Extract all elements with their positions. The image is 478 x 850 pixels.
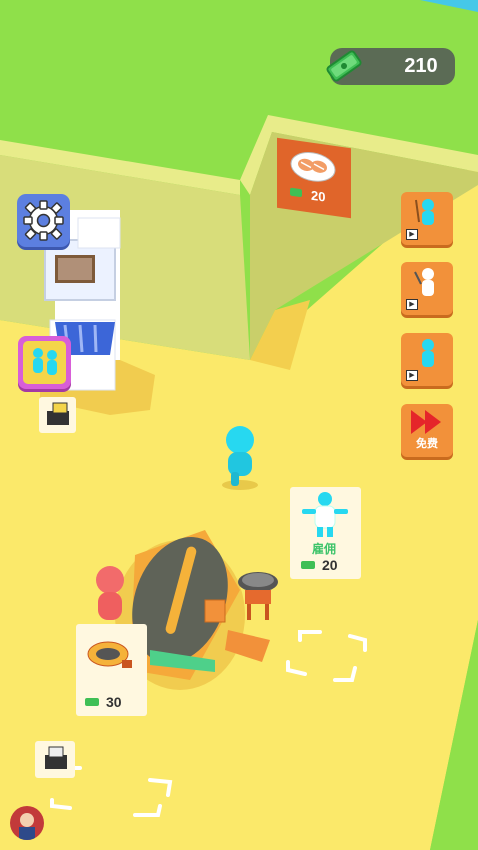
register-icon (45, 746, 67, 769)
hire-price-value: 20 (322, 557, 338, 573)
ad-icon: ▶ (406, 229, 418, 240)
cash-register-item[interactable] (35, 741, 75, 778)
conveyor-icon (87, 641, 132, 668)
cash-register-item[interactable] (39, 397, 76, 433)
speed-up-button[interactable]: 免费 (401, 404, 453, 457)
worker-icon (302, 492, 348, 537)
hire-price: 20 (300, 557, 338, 573)
conveyor-price-value: 30 (106, 694, 122, 710)
ad-icon: ▶ (406, 370, 418, 381)
two-workers-icon (23, 341, 66, 384)
register-icon (47, 402, 69, 425)
upgrade-worker-button[interactable]: ▶ (401, 333, 453, 386)
cash-icon (290, 187, 302, 198)
staff-upgrade-button[interactable] (18, 336, 71, 389)
cash-icon (301, 561, 315, 569)
recruit-waiter-button[interactable]: ▶ (401, 262, 453, 315)
avatar[interactable] (10, 806, 44, 840)
cash-icon (85, 698, 99, 706)
sign-price: 20 (311, 187, 326, 205)
recruit-chef-button[interactable]: ▶ (401, 192, 453, 245)
hire-label: 雇佣 (312, 542, 337, 556)
salmon-sushi-plate-icon (290, 152, 336, 182)
settings-button[interactable] (17, 194, 70, 247)
cash-icon (326, 50, 362, 82)
conveyor-price: 30 (84, 694, 122, 710)
wall-menu-sign: 20 (277, 137, 351, 219)
buy-conveyor-card[interactable]: 30 (76, 624, 147, 716)
gear-icon (23, 200, 64, 241)
money-counter: 210 (326, 48, 455, 85)
money-value: 210 (404, 55, 438, 77)
hire-worker-card[interactable]: 雇佣 20 (290, 487, 361, 579)
avatar-face-icon (19, 813, 35, 840)
ad-icon: ▶ (406, 299, 418, 310)
free-label: 免费 (416, 438, 438, 450)
